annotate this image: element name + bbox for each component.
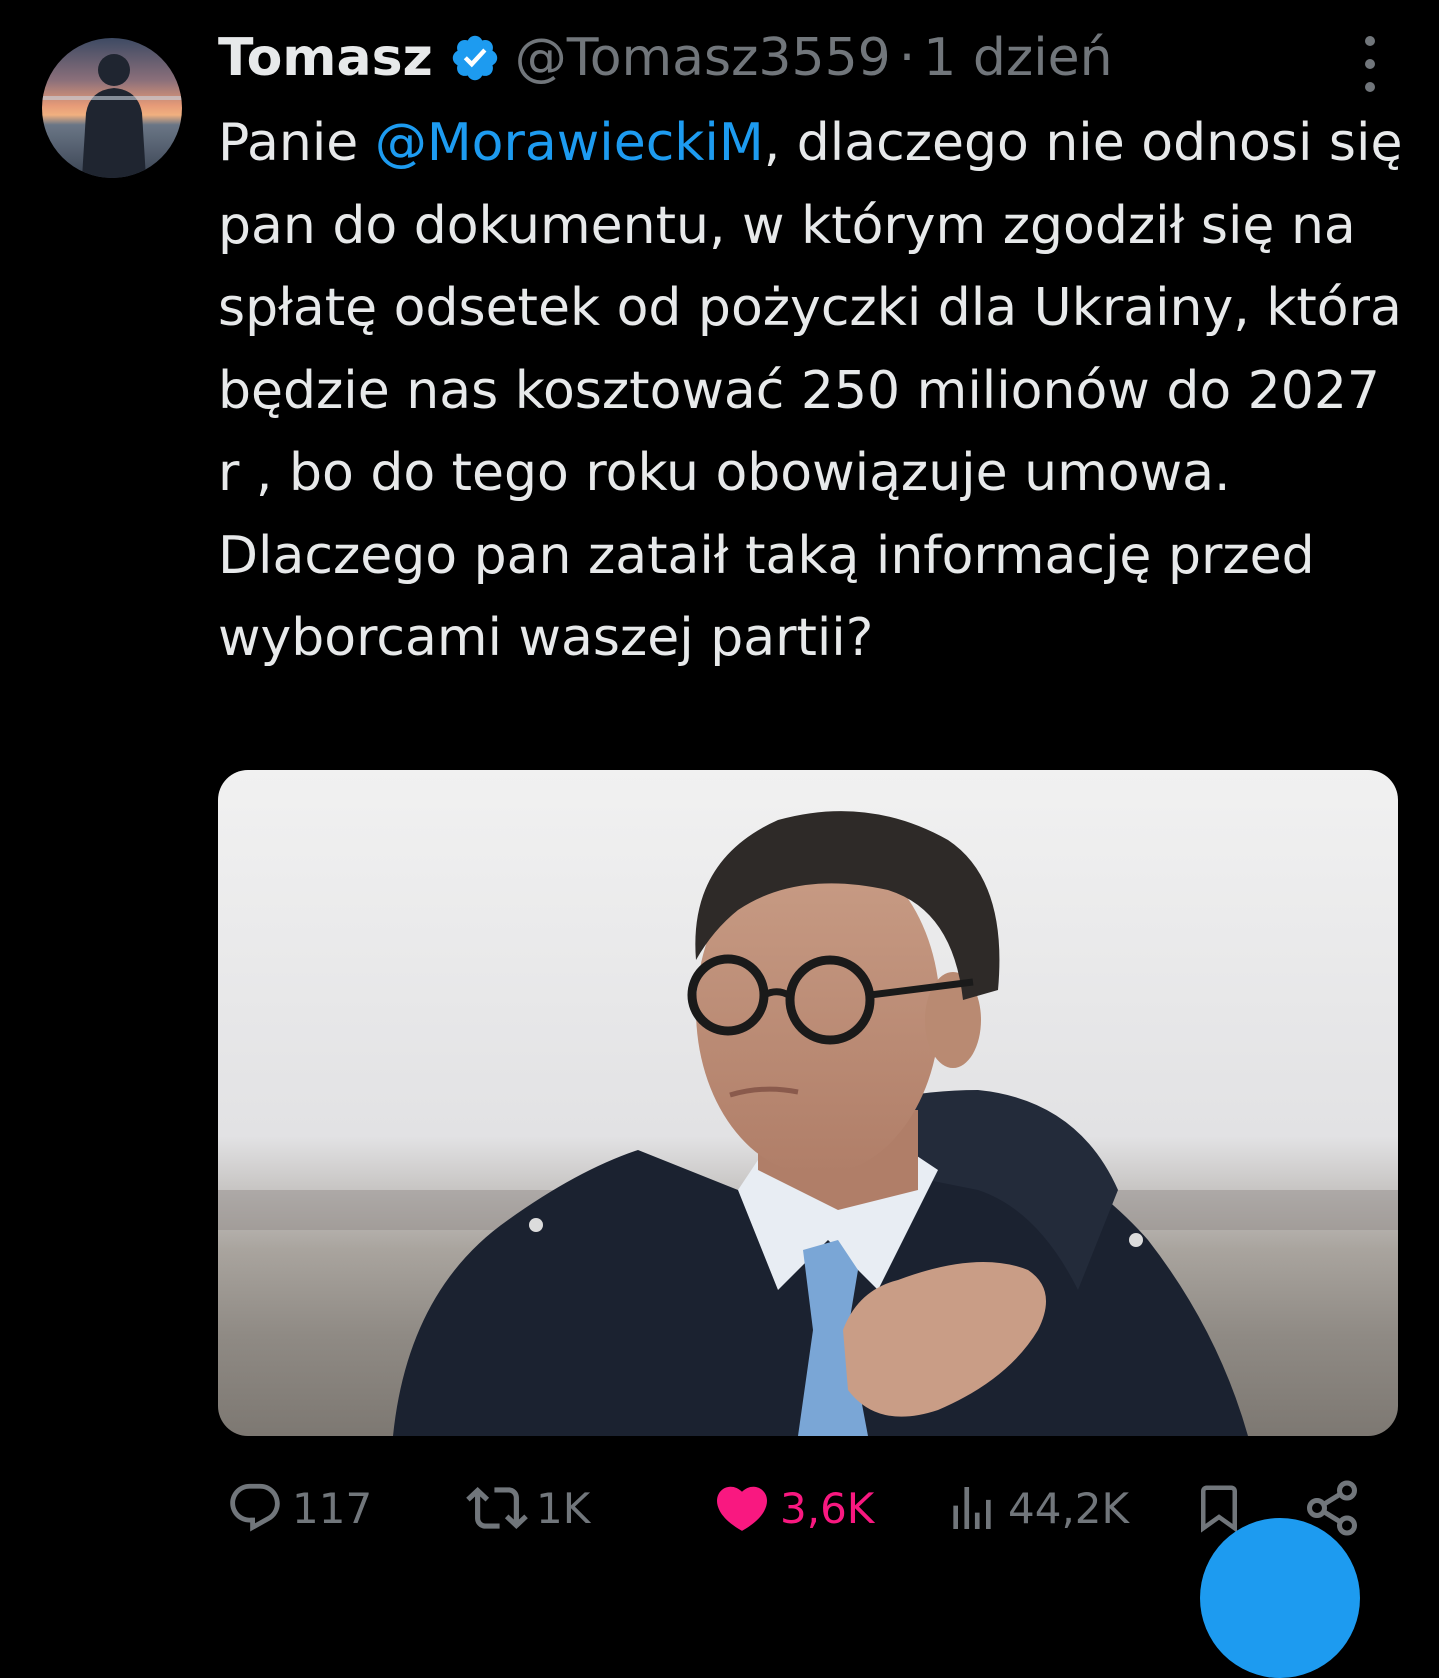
- reply-button[interactable]: 117: [226, 1476, 372, 1540]
- more-dot: [1365, 36, 1375, 46]
- mention-link[interactable]: @MorawieckiM: [375, 113, 764, 173]
- tweet-text-body: , dlaczego nie odnosi się pan do dokumen…: [218, 113, 1403, 668]
- tweet-text: Panie @MorawieckiM, dlaczego nie odnosi …: [218, 102, 1408, 680]
- reply-count: 117: [292, 1483, 373, 1533]
- avatar-silhouette: [42, 54, 182, 178]
- timestamp[interactable]: 1 dzień: [923, 28, 1112, 88]
- views-icon: [944, 1480, 1000, 1536]
- more-icon[interactable]: [1352, 36, 1388, 92]
- views-count: 44,2K: [1008, 1483, 1130, 1533]
- separator-dot: ·: [898, 28, 916, 88]
- reply-icon: [226, 1479, 284, 1537]
- more-dot: [1365, 82, 1375, 92]
- avatar[interactable]: [42, 38, 182, 178]
- verified-badge-icon: [449, 32, 501, 84]
- user-handle[interactable]: @Tomasz3559: [515, 28, 891, 88]
- tweet-text-prefix: Panie: [218, 113, 375, 173]
- tweet-photo: [218, 811, 1398, 1436]
- tweet-header: Tomasz @Tomasz3559 · 1 dzień: [218, 22, 1113, 94]
- tweet-image[interactable]: [218, 770, 1398, 1436]
- repost-count: 1K: [536, 1483, 591, 1533]
- more-dot: [1365, 59, 1375, 69]
- display-name[interactable]: Tomasz: [218, 28, 433, 88]
- like-icon: [712, 1478, 772, 1538]
- repost-icon: [466, 1477, 528, 1539]
- views-button[interactable]: 44,2K: [944, 1476, 1129, 1540]
- tweet-actions: 117 1K 3,6K 44,2K: [0, 1476, 1439, 1546]
- repost-button[interactable]: 1K: [466, 1476, 590, 1540]
- like-button[interactable]: 3,6K: [712, 1476, 874, 1540]
- like-count: 3,6K: [780, 1483, 875, 1533]
- compose-button[interactable]: [1200, 1518, 1360, 1678]
